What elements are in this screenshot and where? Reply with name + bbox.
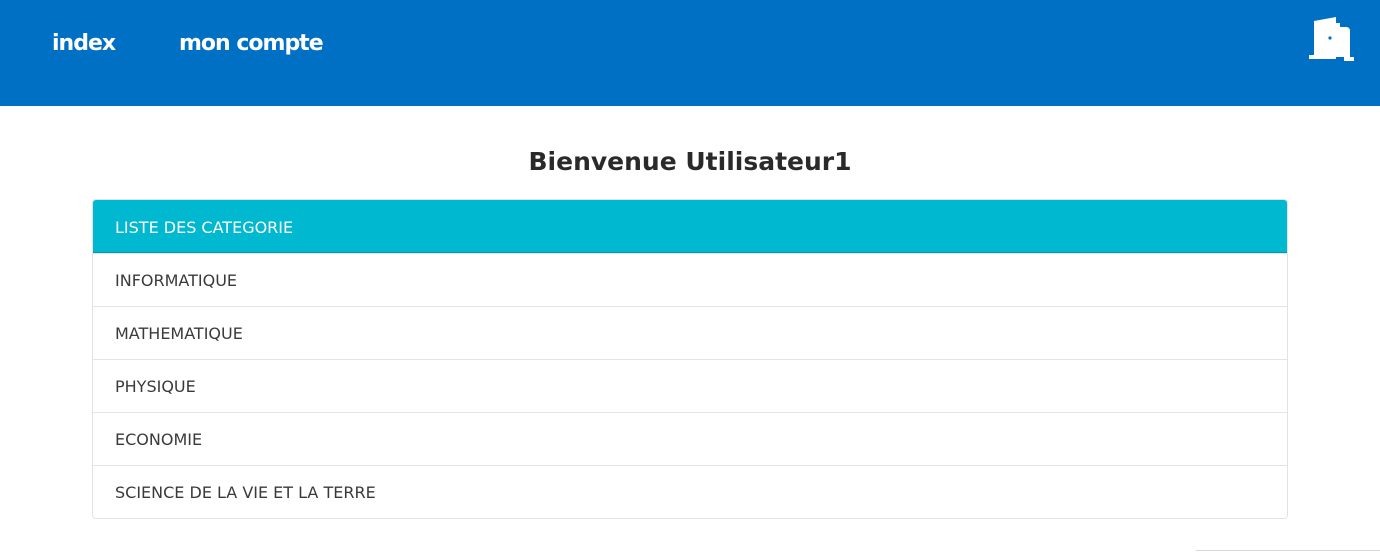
category-item-informatique[interactable]: INFORMATIQUE	[93, 253, 1287, 306]
door-exit-icon	[1309, 17, 1354, 61]
category-list: LISTE DES CATEGORIE INFORMATIQUE MATHEMA…	[92, 199, 1288, 519]
category-item-mathematique[interactable]: MATHEMATIQUE	[93, 306, 1287, 359]
category-item-physique[interactable]: PHYSIQUE	[93, 359, 1287, 412]
welcome-heading: Bienvenue Utilisateur1	[528, 147, 852, 176]
top-navbar: index mon compte	[0, 0, 1380, 106]
logout-button[interactable]	[1306, 17, 1356, 61]
divider	[1196, 550, 1380, 551]
category-item-economie[interactable]: ECONOMIE	[93, 412, 1287, 465]
nav-link-account[interactable]: mon compte	[179, 28, 324, 60]
category-item-svt[interactable]: SCIENCE DE LA VIE ET LA TERRE	[93, 465, 1287, 518]
category-list-header: LISTE DES CATEGORIE	[93, 200, 1287, 253]
nav-link-index[interactable]: index	[52, 28, 116, 60]
